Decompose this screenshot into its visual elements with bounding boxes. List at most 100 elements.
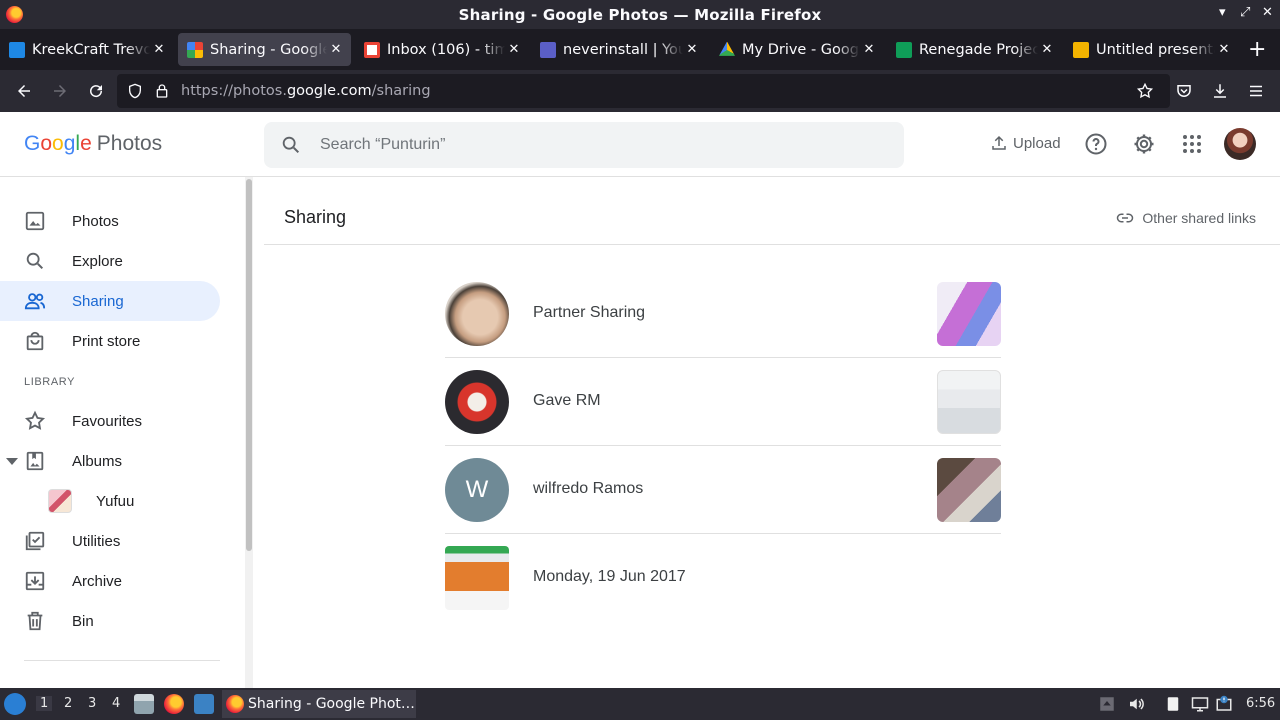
sidebar-item-print-store[interactable]: Print store: [0, 321, 220, 361]
forward-button[interactable]: [48, 79, 72, 103]
sidebar-item-label: Print store: [72, 332, 141, 350]
window-title: Sharing - Google Photos — Mozilla Firefo…: [458, 6, 822, 24]
taskbar-window-label: Sharing - Google Phot…: [248, 696, 415, 712]
scrollbar-thumb[interactable]: [246, 179, 252, 551]
sidebar-item-albums[interactable]: Albums: [0, 441, 220, 481]
tab-google-drive[interactable]: My Drive - Google Drive ✕: [710, 33, 884, 66]
upload-button[interactable]: Upload: [990, 134, 1061, 152]
search-icon: [26, 252, 44, 270]
tab-sharing-google-photos[interactable]: Sharing - Google Photos ✕: [178, 33, 351, 66]
new-tab-button[interactable]: +: [1248, 37, 1266, 62]
workspace-2[interactable]: 2: [64, 696, 72, 711]
share-name: Partner Sharing: [533, 304, 646, 321]
minimize-button[interactable]: ▾: [1219, 5, 1226, 20]
sidebar-item-favourites[interactable]: Favourites: [0, 401, 220, 441]
logo-letter: G: [24, 132, 41, 155]
sidebar-item-sharing[interactable]: Sharing: [0, 281, 220, 321]
desktop-icon[interactable]: [194, 694, 214, 714]
sidebar-item-archive[interactable]: Archive: [0, 561, 220, 601]
back-button[interactable]: [12, 79, 36, 103]
url-text[interactable]: https://photos.google.com/sharing: [181, 83, 431, 99]
main-content: Sharing Other shared links Partner Shari…: [256, 177, 1280, 688]
notification-icon[interactable]: [1215, 695, 1233, 713]
tab-label: neverinstall | Your: [563, 41, 683, 58]
tab-kreekcraft[interactable]: KreekCraft Trevor ✕: [0, 33, 174, 66]
app-menu-button[interactable]: [1244, 79, 1268, 103]
tab-close-icon[interactable]: ✕: [860, 42, 878, 57]
url-prefix: https://photos.: [181, 83, 287, 99]
share-row-monday-19-jun-2017[interactable]: Monday, 19 Jun 2017: [445, 534, 1001, 622]
firefox-launcher-icon[interactable]: [164, 694, 184, 714]
share-thumbnail: [937, 458, 1001, 522]
logo-letter: e: [80, 132, 92, 155]
other-shared-links-button[interactable]: Other shared links: [1116, 209, 1256, 227]
shield-icon[interactable]: [127, 83, 143, 99]
logo-letter: o: [40, 132, 53, 155]
sidebar-item-bin[interactable]: Bin: [0, 601, 220, 641]
people-icon: [24, 293, 46, 310]
eject-icon[interactable]: [1098, 695, 1116, 713]
pocket-button[interactable]: [1172, 79, 1196, 103]
account-avatar[interactable]: [1224, 128, 1256, 160]
sidebar-item-label: Archive: [72, 572, 123, 590]
close-window-button[interactable]: ✕: [1262, 5, 1273, 20]
search-input[interactable]: [320, 130, 880, 160]
tab-close-icon[interactable]: ✕: [150, 42, 168, 57]
pocket-icon: [1177, 85, 1191, 97]
share-row-gave-rm[interactable]: Gave RM: [445, 358, 1001, 446]
photo-icon: [25, 211, 45, 231]
tab-untitled-presentation[interactable]: Untitled presentation ✕: [1064, 33, 1239, 66]
taskbar-firefox-window[interactable]: Sharing - Google Phot…: [222, 690, 416, 718]
settings-gear-icon[interactable]: [1132, 132, 1156, 156]
sidebar-item-photos[interactable]: Photos: [0, 201, 220, 241]
reload-button[interactable]: [84, 79, 108, 103]
lock-icon[interactable]: [154, 82, 170, 100]
tab-label: Sharing - Google Photos: [210, 41, 327, 58]
workspace-1[interactable]: 1: [36, 696, 53, 711]
share-row-partner-sharing[interactable]: Partner Sharing: [445, 270, 1001, 358]
navigation-toolbar: https://photos.google.com/sharing: [0, 70, 1280, 112]
search-icon[interactable]: [280, 134, 302, 156]
google-drive-favicon-icon: [719, 41, 735, 56]
sidebar-scrollbar[interactable]: [245, 177, 253, 688]
display-icon[interactable]: [1191, 695, 1209, 713]
chevron-down-icon[interactable]: [6, 456, 18, 466]
sidebar-item-utilities[interactable]: Utilities: [0, 521, 220, 561]
tab-label: Untitled presentation: [1096, 41, 1215, 58]
sidebar-item-album-yufuu[interactable]: Yufuu: [0, 481, 220, 521]
tab-favicon-icon: [9, 41, 25, 58]
help-icon[interactable]: [1084, 132, 1108, 156]
sidebar-divider: [24, 660, 220, 661]
downloads-button[interactable]: [1208, 79, 1232, 103]
tab-close-icon[interactable]: ✕: [1215, 42, 1233, 57]
tab-gmail-inbox[interactable]: Inbox (106) - timm ✕: [355, 33, 529, 66]
shopping-bag-icon: [26, 331, 44, 351]
google-photos-logo[interactable]: Google Photos: [24, 132, 162, 156]
google-slides-favicon-icon: [1073, 41, 1089, 58]
url-path: /sharing: [371, 83, 431, 99]
search-box[interactable]: [264, 122, 904, 168]
tab-renegade-project[interactable]: Renegade Project ✕: [887, 33, 1062, 66]
tab-close-icon[interactable]: ✕: [327, 42, 345, 57]
tab-close-icon[interactable]: ✕: [1038, 42, 1056, 57]
tab-close-icon[interactable]: ✕: [505, 42, 523, 57]
share-row-wilfredo-ramos[interactable]: W wilfredo Ramos: [445, 446, 1001, 534]
reload-icon: [90, 85, 103, 98]
apps-grid-icon[interactable]: [1180, 132, 1204, 156]
workspace-4[interactable]: 4: [112, 696, 120, 711]
upload-icon: [992, 135, 1006, 150]
tab-close-icon[interactable]: ✕: [683, 42, 701, 57]
file-manager-icon[interactable]: [134, 694, 154, 714]
bookmark-star-icon[interactable]: [1136, 82, 1154, 100]
archive-icon: [25, 571, 45, 591]
neverinstall-favicon-icon: [540, 41, 556, 58]
volume-icon[interactable]: [1127, 695, 1145, 713]
tab-neverinstall[interactable]: neverinstall | Your ✕: [531, 33, 707, 66]
system-clock: 6:56: [1246, 696, 1276, 711]
clipboard-icon[interactable]: [1164, 695, 1182, 713]
workspace-3[interactable]: 3: [88, 696, 96, 711]
sidebar-item-explore[interactable]: Explore: [0, 241, 220, 281]
maximize-button[interactable]: ⤢: [1240, 5, 1250, 20]
start-menu-icon[interactable]: [4, 693, 26, 715]
url-bar[interactable]: https://photos.google.com/sharing: [117, 74, 1170, 108]
